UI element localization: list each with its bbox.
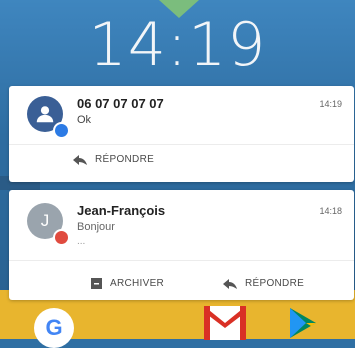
archive-label: ARCHIVER [110,278,165,289]
notification-sender: Jean-François [77,203,166,218]
google-letter: G [45,315,63,340]
divider [9,260,354,261]
google-icon[interactable]: G [34,308,74,348]
reply-arrow-icon [73,154,87,165]
gmail-badge-icon [53,229,70,246]
notification-card[interactable]: J Jean-François Bonjour ... 14:18 ARCHIV… [9,190,354,300]
archive-icon [91,278,102,289]
reply-arrow-icon [223,278,237,289]
lockscreen-clock: 14:19 [88,10,267,80]
play-store-icon[interactable] [288,306,318,340]
archive-button[interactable]: ARCHIVER [91,278,164,289]
reply-label: RÉPONDRE [245,278,305,289]
notification-sender: 06 07 07 07 07 [77,96,164,111]
reply-button[interactable]: RÉPONDRE [223,278,304,289]
notification-time: 14:19 [319,99,342,109]
notification-card[interactable]: 06 07 07 07 07 Ok 14:19 RÉPONDRE [9,86,354,182]
sms-badge-icon [53,122,70,139]
notification-message: Ok [77,114,92,126]
reply-label: RÉPONDRE [95,154,155,165]
notification-more: ... [77,236,86,247]
notification-time: 14:18 [319,206,342,216]
gmail-icon[interactable] [204,306,246,340]
app-dock: G [0,300,355,348]
reply-button[interactable]: RÉPONDRE [73,154,154,165]
notification-message: Bonjour [77,221,115,233]
person-icon [36,106,54,123]
divider [9,144,354,145]
